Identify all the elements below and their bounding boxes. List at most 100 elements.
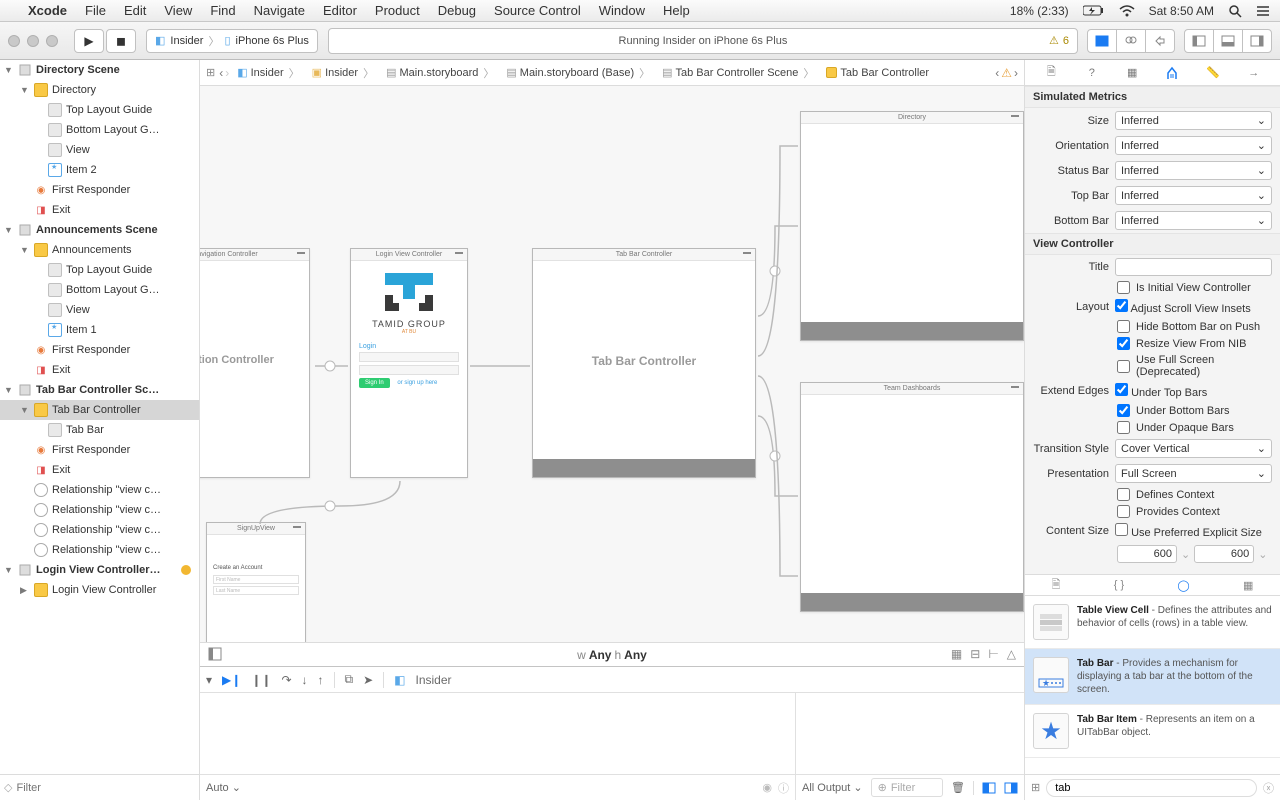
console-view[interactable]: All Output ⌄ ⊕Filter 🗑 <box>796 693 1024 800</box>
pin-tool-icon[interactable]: ⊢ <box>988 647 998 661</box>
defines-context-checkbox[interactable] <box>1117 488 1130 501</box>
provides-context-checkbox[interactable] <box>1117 505 1130 518</box>
run-button[interactable]: ▶ <box>74 29 104 53</box>
scene-directory[interactable]: Directory <box>800 111 1024 341</box>
outline-first-responder[interactable]: ◉First Responder <box>0 340 199 360</box>
standard-editor-button[interactable] <box>1087 29 1117 53</box>
simulate-location-button[interactable]: ➤ <box>363 673 373 687</box>
forward-button[interactable]: › <box>225 66 229 80</box>
title-input[interactable] <box>1115 258 1272 276</box>
outline-item[interactable]: Item 2 <box>0 160 199 180</box>
clear-filter-icon[interactable]: ⓧ <box>1263 780 1274 796</box>
outline-tab-bar[interactable]: Tab Bar <box>0 420 199 440</box>
scene-navigation-controller[interactable]: Navigation Controller vigation Controlle… <box>200 248 310 478</box>
menu-file[interactable]: File <box>85 3 106 18</box>
menu-source-control[interactable]: Source Control <box>494 3 581 18</box>
outline-relationship[interactable]: Relationship "view c… <box>0 480 199 500</box>
debug-view-button[interactable]: ⧉ <box>345 672 354 687</box>
variables-view[interactable]: Auto ⌄ ◉ ⓘ <box>200 693 796 800</box>
crumb-project[interactable]: ◧Insider〉 <box>233 65 303 81</box>
pause-button[interactable]: ❙❙ <box>251 673 271 687</box>
print-icon[interactable]: ⓘ <box>778 780 789 796</box>
media-library-tab[interactable]: ▦ <box>1243 579 1253 592</box>
outline-item[interactable]: Bottom Layout G… <box>0 120 199 140</box>
attributes-inspector-tab[interactable] <box>1165 66 1181 80</box>
console-filter[interactable]: ⊕Filter <box>871 778 943 797</box>
outline-exit[interactable]: ◨Exit <box>0 460 199 480</box>
size-class-bar[interactable]: wAny hAny ▦ ⊟ ⊢ △ <box>200 642 1024 666</box>
next-issue-button[interactable]: › <box>1014 66 1018 80</box>
related-items-icon[interactable]: ⊞ <box>206 66 215 79</box>
explicit-size-checkbox[interactable] <box>1115 523 1128 536</box>
outline-scene-directory[interactable]: ▼Directory Scene <box>0 60 199 80</box>
menu-editor[interactable]: Editor <box>323 3 357 18</box>
code-snippet-tab[interactable]: { } <box>1114 579 1124 591</box>
orientation-select[interactable]: Inferred⌄ <box>1115 136 1272 155</box>
outline-exit[interactable]: ◨Exit <box>0 360 199 380</box>
outline-announcements-vc[interactable]: ▼Announcements <box>0 240 199 260</box>
hide-debug-icon[interactable]: ▾ <box>206 673 212 687</box>
output-selector[interactable]: All Output ⌄ <box>802 781 863 794</box>
outline-filter-input[interactable] <box>16 782 195 794</box>
step-over-button[interactable]: ↷ <box>281 673 291 687</box>
canvas-tool-icon[interactable]: ▦ <box>951 647 962 661</box>
zoom-window-button[interactable] <box>46 35 58 47</box>
crumb-folder[interactable]: ▣Insider〉 <box>308 65 378 81</box>
app-menu[interactable]: Xcode <box>28 3 67 18</box>
align-tool-icon[interactable]: ⊟ <box>970 647 980 661</box>
crumb-controller[interactable]: Tab Bar Controller <box>822 67 933 79</box>
menu-help[interactable]: Help <box>663 3 690 18</box>
content-width-input[interactable]: 600 <box>1117 545 1177 563</box>
library-item-tableviewcell[interactable]: Table View Cell - Defines the attributes… <box>1025 596 1280 649</box>
under-opaque-checkbox[interactable] <box>1117 421 1130 434</box>
spotlight-icon[interactable] <box>1228 4 1242 18</box>
menu-window[interactable]: Window <box>599 3 645 18</box>
clock[interactable]: Sat 8:50 AM <box>1149 4 1214 18</box>
resolve-tool-icon[interactable]: △ <box>1007 647 1016 661</box>
scene-login[interactable]: Login View Controller TAMID GROUPAT BU L… <box>350 248 468 478</box>
outline-login-vc[interactable]: ▶Login View Controller <box>0 580 199 600</box>
file-template-tab[interactable]: 🗎 <box>1052 576 1061 595</box>
step-out-button[interactable]: ↑ <box>318 673 324 687</box>
issue-indicator[interactable]: ⚠ 6 <box>1049 34 1069 47</box>
outline-relationship[interactable]: Relationship "view c… <box>0 500 199 520</box>
content-height-input[interactable]: 600 <box>1194 545 1254 563</box>
identity-inspector-tab[interactable]: ▦ <box>1124 66 1140 79</box>
toggle-debug-button[interactable] <box>1213 29 1243 53</box>
quicklook-icon[interactable]: ◉ <box>762 781 772 794</box>
menu-view[interactable]: View <box>164 3 192 18</box>
menu-find[interactable]: Find <box>210 3 235 18</box>
outline-item[interactable]: Item 1 <box>0 320 199 340</box>
assistant-editor-button[interactable] <box>1116 29 1146 53</box>
outline-scene-login[interactable]: ▼Login View Controller… <box>0 560 199 580</box>
step-into-button[interactable]: ↓ <box>302 673 308 687</box>
size-inspector-tab[interactable]: 📏 <box>1205 66 1221 79</box>
scene-tabbar[interactable]: Tab Bar Controller Tab Bar Controller <box>532 248 756 478</box>
trash-icon[interactable]: 🗑 <box>951 781 965 794</box>
stop-button[interactable]: ◼ <box>106 29 136 53</box>
back-button[interactable]: ‹ <box>219 66 223 80</box>
under-top-checkbox[interactable] <box>1115 383 1128 396</box>
toggle-utilities-button[interactable] <box>1242 29 1272 53</box>
file-inspector-tab[interactable]: 🗎 <box>1043 63 1059 82</box>
scheme-selector[interactable]: ◧ Insider 〉 ▯ iPhone 6s Plus <box>146 29 318 53</box>
outline-item[interactable]: View <box>0 300 199 320</box>
outline-first-responder[interactable]: ◉First Responder <box>0 440 199 460</box>
menu-edit[interactable]: Edit <box>124 3 146 18</box>
scene-signup[interactable]: SignUpView Create an Account First Name … <box>206 522 306 642</box>
menu-product[interactable]: Product <box>375 3 420 18</box>
resize-nib-checkbox[interactable] <box>1117 337 1130 350</box>
size-select[interactable]: Inferred⌄ <box>1115 111 1272 130</box>
version-editor-button[interactable] <box>1145 29 1175 53</box>
storyboard-canvas[interactable]: Navigation Controller vigation Controlle… <box>200 86 1024 642</box>
topbar-select[interactable]: Inferred⌄ <box>1115 186 1272 205</box>
outline-tabbar-controller[interactable]: ▼Tab Bar Controller <box>0 400 199 420</box>
menu-debug[interactable]: Debug <box>438 3 476 18</box>
outline-first-responder[interactable]: ◉First Responder <box>0 180 199 200</box>
outline-relationship[interactable]: Relationship "view c… <box>0 540 199 560</box>
library-item-tabbaritem[interactable]: ★ Tab Bar Item - Represents an item on a… <box>1025 705 1280 758</box>
adjust-insets-checkbox[interactable] <box>1115 299 1128 312</box>
outline-item[interactable]: Top Layout Guide <box>0 260 199 280</box>
toggle-navigator-button[interactable] <box>1184 29 1214 53</box>
object-library-tab[interactable]: ◯ <box>1177 579 1189 592</box>
